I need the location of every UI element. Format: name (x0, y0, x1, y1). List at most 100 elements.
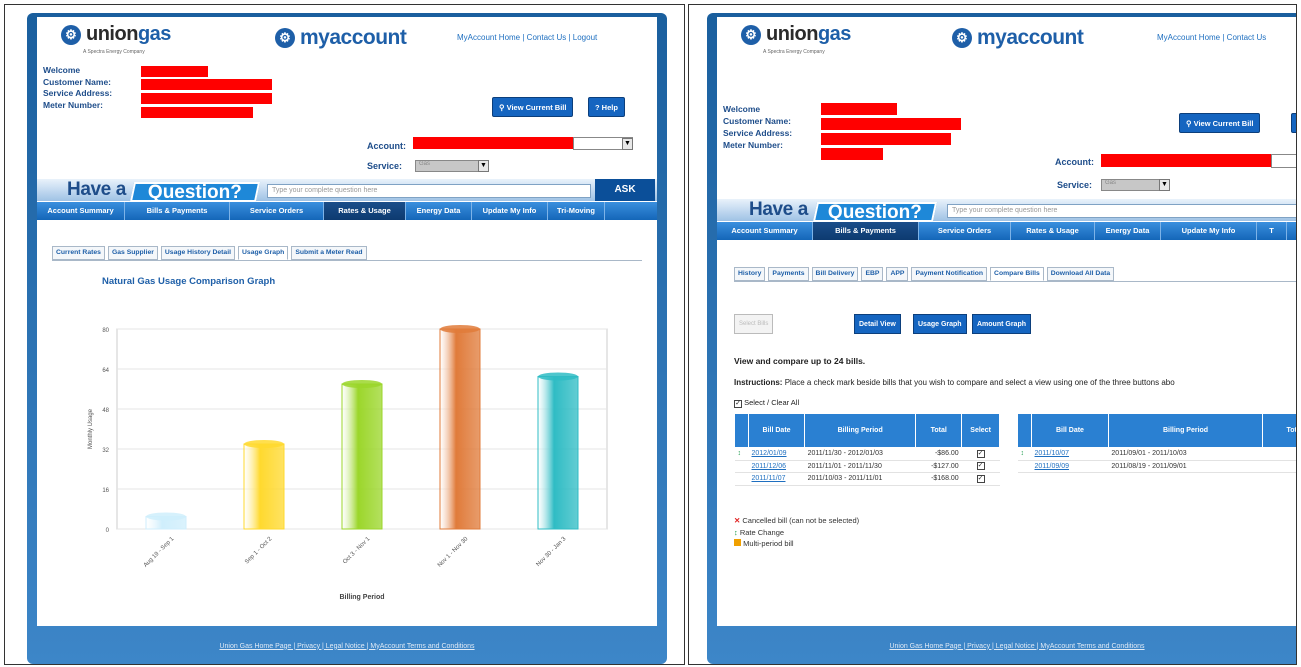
chevron-down-icon[interactable]: ▼ (478, 160, 489, 172)
bill-total: -$168.00 (915, 472, 962, 486)
tab-ebp[interactable]: EBP (861, 267, 884, 281)
chevron-down-icon[interactable]: ▼ (622, 138, 633, 150)
redacted-customer-name (141, 79, 272, 90)
view-current-bill-button[interactable]: ⚲ View Current Bill (1179, 113, 1261, 133)
bar-3 (439, 328, 481, 530)
redacted-welcome (141, 66, 208, 77)
nav-item-bills-payments[interactable]: Bills & Payments (125, 202, 230, 220)
view-current-bill-button[interactable]: ⚲ View Current Bill (492, 97, 574, 117)
tab-compare-bills[interactable]: Compare Bills (990, 267, 1044, 281)
footer-links[interactable]: Union Gas Home Page | Privacy | Legal No… (707, 628, 1296, 664)
service-select[interactable]: Gas (1101, 179, 1161, 191)
tab-submit-a-meter-read[interactable]: Submit a Meter Read (291, 246, 367, 260)
flame-logo-icon: ⚙ (741, 24, 761, 45)
select-checkbox[interactable]: ✓ (976, 462, 985, 471)
nav-item-rates-usage[interactable]: Rates & Usage (1011, 222, 1095, 240)
tagline: A Spectra Energy Company (83, 49, 145, 55)
account-select-box[interactable] (1271, 154, 1296, 168)
footer-links[interactable]: Union Gas Home Page | Privacy | Legal No… (27, 628, 667, 664)
select-checkbox[interactable]: ✓ (976, 449, 985, 458)
nav-item-tri-moving[interactable]: Tri-Moving (548, 202, 605, 220)
redacted-service-address (821, 133, 951, 145)
tab-history[interactable]: History (734, 267, 766, 281)
tab-payment-notification[interactable]: Payment Notification (911, 267, 988, 281)
nav-item-update-my-info[interactable]: Update My Info (1161, 222, 1257, 240)
bar-4 (537, 376, 579, 530)
select-checkbox[interactable]: ✓ (976, 474, 985, 483)
account-select[interactable] (1101, 154, 1271, 167)
tab-app[interactable]: APP (886, 267, 909, 281)
myaccount-text: myaccount (977, 26, 1084, 49)
bills-table-1: Bill Date Billing Period Total Select ↕ 2012/… (734, 413, 1000, 486)
nav-item-account-summary[interactable]: Account Summary (717, 222, 813, 240)
tab-payments[interactable]: Payments (768, 267, 809, 281)
tab-download-all-data[interactable]: Download All Data (1046, 267, 1115, 281)
select-all-toggle[interactable]: ✓ Select / Clear All (734, 398, 799, 408)
question-input[interactable]: Type your complete question here (267, 184, 591, 198)
nav-item-rates-usage[interactable]: Rates & Usage (324, 202, 406, 220)
service-select[interactable]: Gas (415, 160, 481, 172)
y-tick-label: 80 (102, 328, 109, 334)
select-bills-button[interactable]: Select Bills (734, 314, 774, 334)
x-tick-label: Oct 3 - Nov 1 (342, 536, 372, 566)
detail-view-button[interactable]: Detail View (854, 314, 901, 334)
bill-date-link[interactable]: 2011/11/07 (748, 472, 805, 486)
instructions-text: Instructions: Place a check mark beside … (734, 378, 1175, 387)
nav-item-service-orders[interactable]: Service Orders (919, 222, 1011, 240)
main-nav: Account Summary Bills & Payments Service O… (717, 222, 1296, 240)
column-header: Bill Date (747, 413, 806, 448)
nav-item-energy-data[interactable]: Energy Data (406, 202, 472, 220)
bill-date-link[interactable]: 2011/10/07 (1031, 447, 1109, 461)
customer-name-label: Customer Name: (723, 116, 792, 126)
union-gas-logo[interactable]: ⚙ uniongas (741, 23, 851, 46)
ask-button[interactable]: ASK (595, 179, 655, 201)
search-icon: ⚲ (499, 103, 507, 112)
brand-gas: gas (137, 23, 171, 45)
tab-usage-graph[interactable]: Usage Graph (238, 246, 289, 260)
service-label: Service: (367, 161, 403, 171)
nav-item-energy-data[interactable]: Energy Data (1095, 222, 1161, 240)
nav-item-account-summary[interactable]: Account Summary (37, 202, 125, 220)
contact-us-link[interactable]: Contact Us (527, 33, 567, 42)
contact-us-link[interactable]: Contact Us (1227, 33, 1267, 42)
tab-current-rates[interactable]: Current Rates (52, 246, 105, 260)
column-header: Total (915, 413, 963, 448)
nav-item-t[interactable]: T (1257, 222, 1287, 240)
question-box: Question? (812, 202, 938, 223)
chevron-down-icon[interactable]: ▼ (1159, 179, 1170, 191)
tab-bill-delivery[interactable]: Bill Delivery (811, 267, 859, 281)
nav-item-bills-payments[interactable]: Bills & Payments (813, 222, 919, 240)
bar-cap-4 (538, 372, 578, 381)
tab-usage-history-detail[interactable]: Usage History Detail (160, 246, 235, 260)
left-screenshot: ⚙ uniongas A Spectra Energy Company ⚙ my… (4, 4, 685, 665)
y-tick-label: 0 (106, 528, 110, 534)
nav-item-update-my-info[interactable]: Update My Info (472, 202, 548, 220)
billing-period: 2011/11/01 - 2011/11/30 (804, 460, 916, 473)
myaccount-home-link[interactable]: MyAccount Home (457, 33, 520, 42)
tab-gas-supplier[interactable]: Gas Supplier (107, 246, 158, 260)
brand-gas: gas (817, 23, 851, 45)
help-button[interactable]: ? Help (588, 97, 625, 117)
union-gas-logo[interactable]: ⚙ uniongas (61, 23, 171, 46)
question-input[interactable]: Type your complete question here (947, 204, 1296, 218)
page-shell: ⚙ uniongas A Spectra Energy Company ⚙ my… (27, 13, 667, 664)
myaccount-home-link[interactable]: MyAccount Home (1157, 33, 1220, 42)
x-axis-label: Billing Period (339, 594, 384, 601)
bill-date-link[interactable]: 2011/09/09 (1031, 460, 1109, 473)
select-all-checkbox[interactable]: ✓ (734, 400, 742, 408)
question-box: Question? (129, 182, 261, 203)
meter-number-label: Meter Number: (43, 99, 103, 110)
bill-date-link[interactable]: 2011/12/06 (748, 460, 805, 473)
redacted-meter-number (141, 107, 253, 118)
bill-date-link[interactable]: 2012/01/09 (748, 447, 805, 461)
usage-graph-button[interactable]: Usage Graph (913, 314, 967, 334)
logout-link[interactable]: Logout (573, 33, 597, 42)
customer-name-label: Customer Name: (43, 76, 112, 87)
amount-graph-button[interactable]: Amount Graph (972, 314, 1031, 334)
nav-item-service-orders[interactable]: Service Orders (230, 202, 324, 220)
main-nav: Account Summary Bills & Payments Service O… (37, 202, 657, 220)
table-row: ↕ 2012/01/09 2011/11/30 - 2012/01/03 -$86.0… (734, 447, 1000, 461)
table-row: 2011/12/06 2011/11/01 - 2011/11/30 -$127.0… (734, 460, 1000, 473)
account-select[interactable] (413, 137, 573, 149)
help-button[interactable] (1291, 113, 1296, 133)
